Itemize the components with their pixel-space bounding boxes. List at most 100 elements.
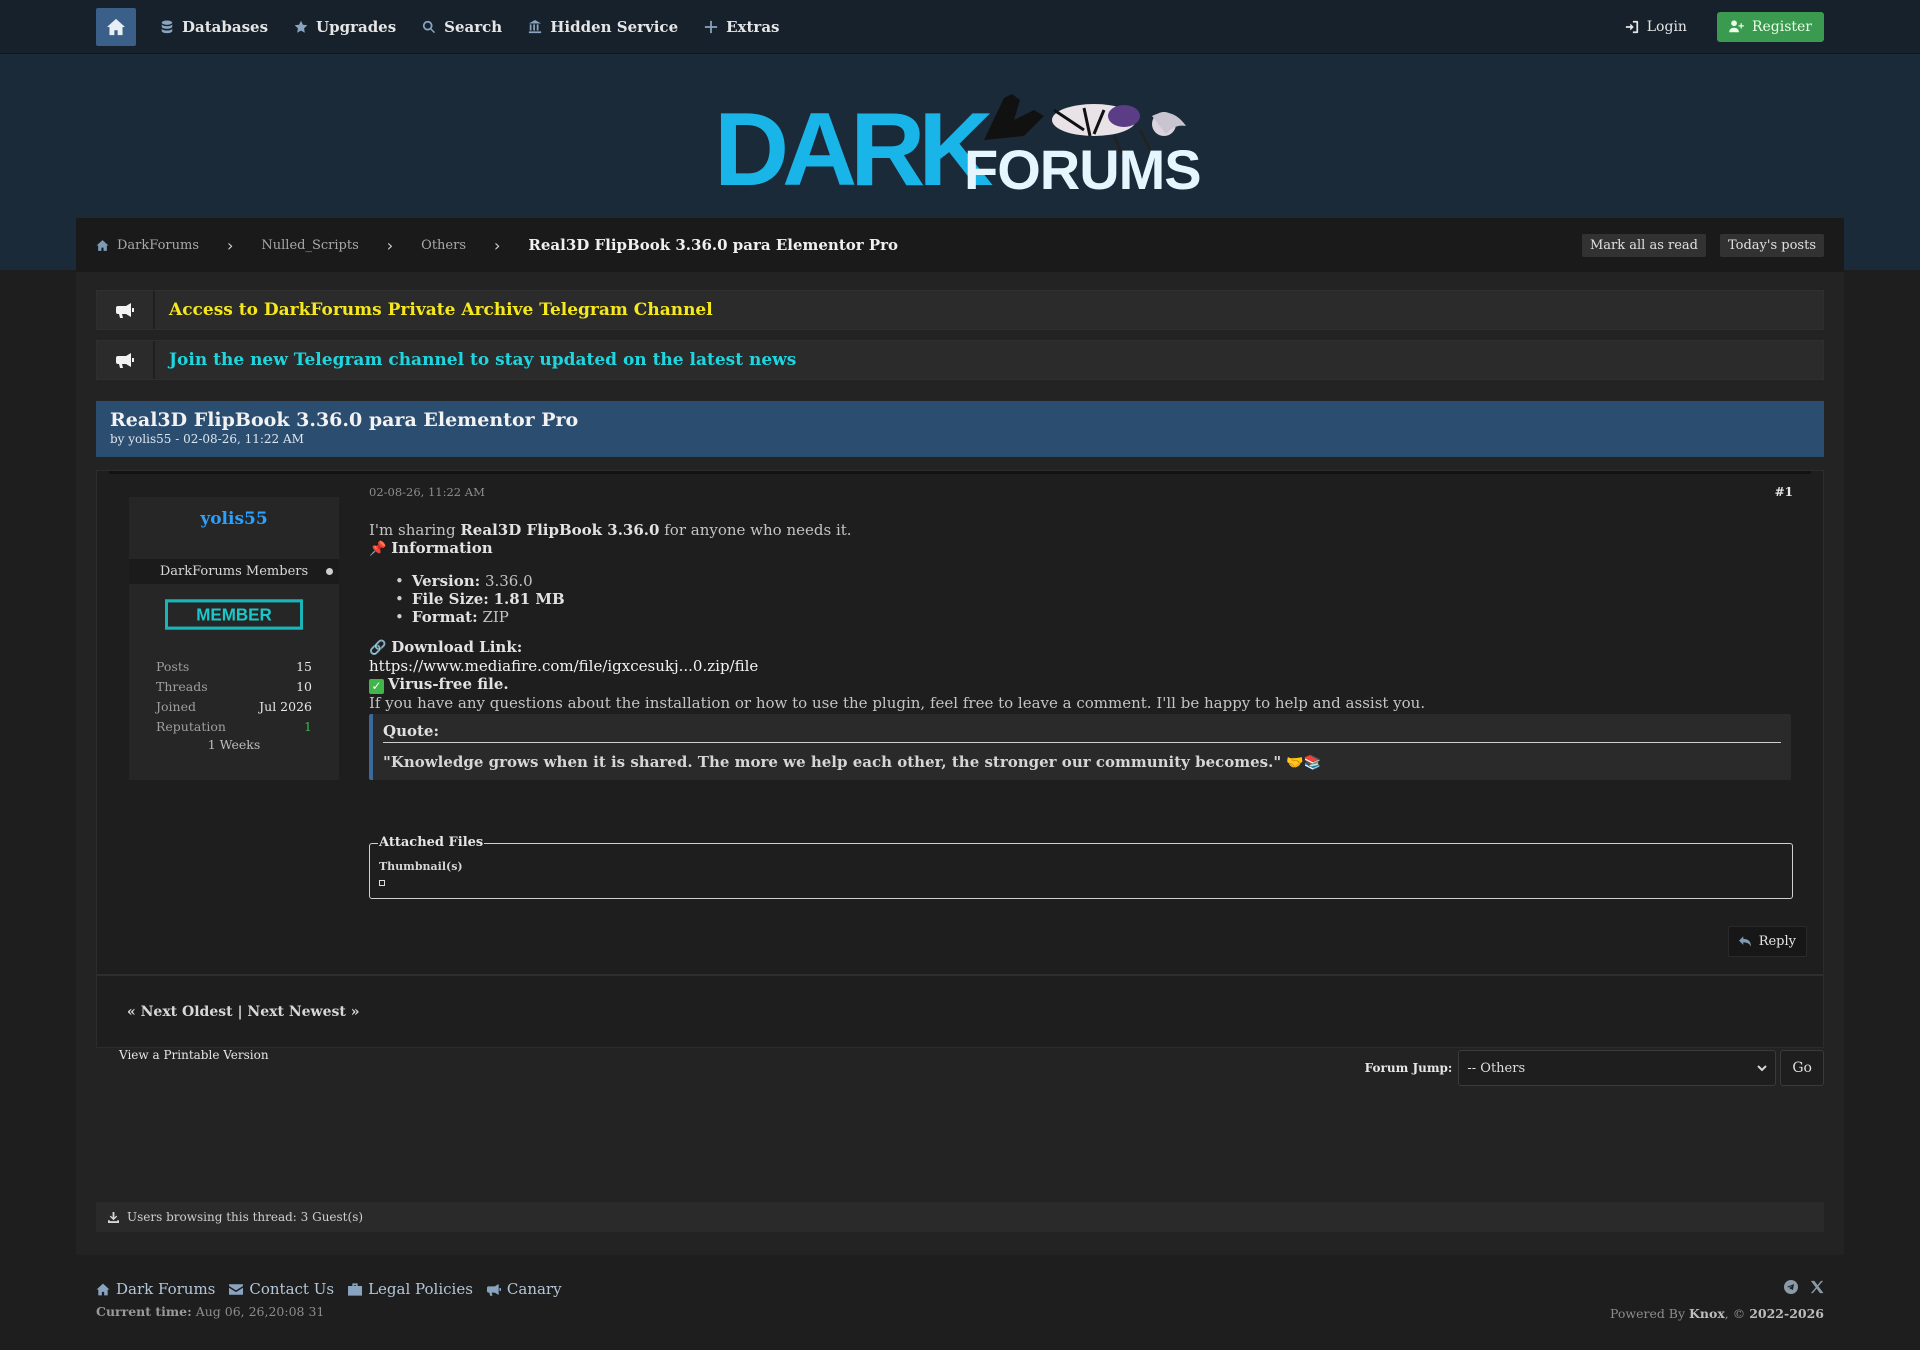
spec-value: ZIP bbox=[482, 608, 509, 626]
printable-version-link[interactable]: View a Printable Version bbox=[119, 1048, 269, 1062]
stat-threads: Threads 10 bbox=[156, 679, 312, 699]
footer-link-contact[interactable]: Contact Us bbox=[229, 1280, 334, 1298]
next-newest-link[interactable]: Next Newest » bbox=[247, 1004, 359, 1020]
nav-search-label: Search bbox=[444, 17, 503, 36]
spec-value: 3.36.0 bbox=[484, 572, 533, 590]
post-body: 02-08-26, 11:22 AM #1 I'm sharing Real3D… bbox=[369, 485, 1793, 780]
breadcrumb: DarkForums › Nulled_Scripts › Others › R… bbox=[76, 218, 1844, 272]
spec-key: File Size: bbox=[411, 590, 489, 608]
stat-value: Jul 2026 bbox=[259, 699, 312, 714]
link-icon: 🔗 bbox=[369, 640, 387, 656]
announcement-telegram-archive: Access to DarkForums Private Archive Tel… bbox=[96, 290, 1824, 330]
author-weeks: 1 Weeks bbox=[207, 737, 261, 752]
reply-icon bbox=[1738, 936, 1751, 947]
breadcrumb-home[interactable]: DarkForums bbox=[96, 238, 199, 253]
users-browsing: Users browsing this thread: 3 Guest(s) bbox=[96, 1202, 1824, 1232]
attached-files: Attached Files Thumbnail(s) bbox=[369, 835, 1793, 899]
footer-link-canary[interactable]: Canary bbox=[486, 1280, 562, 1298]
forum-jump: Forum Jump: -- Others Go bbox=[1365, 1050, 1824, 1086]
site-footer: Dark Forums Contact Us Legal Policies Ca… bbox=[96, 1280, 1824, 1321]
forum-jump-go-button[interactable]: Go bbox=[1780, 1050, 1824, 1086]
site-logo[interactable]: DARK FORUMS bbox=[714, 80, 1204, 220]
forum-jump-label: Forum Jump: bbox=[1364, 1061, 1453, 1075]
next-oldest-link[interactable]: « Next Oldest bbox=[127, 1004, 233, 1020]
main-content: DarkForums › Nulled_Scripts › Others › R… bbox=[76, 218, 1844, 1255]
nav-upgrades[interactable]: Upgrades bbox=[294, 18, 396, 36]
breadcrumb-nulled-scripts[interactable]: Nulled_Scripts bbox=[261, 238, 358, 253]
breadcrumb-home-label: DarkForums bbox=[117, 237, 199, 253]
social-links bbox=[1610, 1280, 1824, 1298]
pagination-separator: | bbox=[237, 1004, 243, 1020]
post: yolis55 DarkForums Members MEMBER Posts … bbox=[96, 470, 1824, 1048]
home-icon bbox=[96, 239, 109, 251]
search-icon bbox=[423, 20, 436, 33]
user-plus-icon bbox=[1729, 20, 1744, 33]
footer-link-dark-forums[interactable]: Dark Forums bbox=[96, 1280, 215, 1298]
todays-posts-button[interactable]: Today's posts bbox=[1720, 233, 1824, 257]
spec-key: Format: bbox=[411, 608, 478, 626]
spec-item: Format: ZIP bbox=[395, 608, 1793, 626]
download-heading-row: 🔗 Download Link: bbox=[369, 638, 1793, 657]
reply-label: Reply bbox=[1758, 934, 1796, 949]
check-icon: ✓ bbox=[369, 679, 384, 694]
nav-hidden-service-label: Hidden Service bbox=[550, 17, 679, 36]
post-content: I'm sharing Real3D FlipBook 3.36.0 for a… bbox=[369, 521, 1793, 780]
announcement-link[interactable]: Access to DarkForums Private Archive Tel… bbox=[169, 300, 713, 320]
nav-upgrades-label: Upgrades bbox=[316, 17, 397, 36]
stat-value: 15 bbox=[296, 659, 312, 674]
login-label: Login bbox=[1646, 18, 1687, 35]
breadcrumb-others[interactable]: Others bbox=[421, 238, 466, 253]
announcement-link[interactable]: Join the new Telegram channel to stay up… bbox=[169, 350, 796, 370]
thumbnails-label: Thumbnail(s) bbox=[379, 860, 463, 873]
nav-hidden-service[interactable]: Hidden Service bbox=[528, 18, 678, 36]
quote-label: Quote: bbox=[383, 722, 1781, 743]
stat-label: Reputation bbox=[156, 719, 226, 734]
stat-joined: Joined Jul 2026 bbox=[156, 699, 312, 719]
post-meta: 02-08-26, 11:22 AM #1 bbox=[369, 485, 1793, 499]
chevron-right-icon: › bbox=[494, 235, 501, 255]
download-link[interactable]: https://www.mediafire.com/file/igxcesukj… bbox=[369, 657, 758, 675]
author-group-label: DarkForums Members bbox=[159, 564, 309, 579]
footer-link-label: Legal Policies bbox=[368, 1280, 473, 1298]
chevron-down-icon bbox=[1757, 1065, 1768, 1072]
post-number-link[interactable]: #1 bbox=[1775, 485, 1793, 499]
nav-databases[interactable]: Databases bbox=[160, 18, 268, 36]
nav-account: Login Register bbox=[1625, 11, 1824, 42]
sign-in-icon bbox=[1625, 20, 1638, 33]
spec-value: 1.81 MB bbox=[493, 590, 565, 608]
spec-list: Version: 3.36.0 File Size: 1.81 MB Forma… bbox=[395, 572, 1793, 626]
nav-search[interactable]: Search bbox=[422, 18, 502, 36]
current-time: Current time: Aug 06, 26,20:08 31 bbox=[96, 1304, 1824, 1319]
forum-jump-select[interactable]: -- Others bbox=[1458, 1050, 1777, 1086]
virus-free-row: ✓ Virus-free file. bbox=[369, 675, 1793, 694]
login-link[interactable]: Login bbox=[1625, 19, 1687, 35]
reputation-value[interactable]: 1 bbox=[304, 719, 312, 739]
x-twitter-icon bbox=[1810, 1280, 1824, 1294]
x-twitter-link[interactable] bbox=[1810, 1280, 1824, 1298]
forum-jump-selected: -- Others bbox=[1467, 1060, 1526, 1076]
thread-header: Real3D FlipBook 3.36.0 para Elementor Pr… bbox=[96, 401, 1824, 457]
home-button[interactable] bbox=[96, 7, 136, 46]
nav-extras[interactable]: Extras bbox=[704, 18, 779, 36]
pushpin-icon: 📌 bbox=[369, 541, 387, 557]
post-intro: I'm sharing Real3D FlipBook 3.36.0 for a… bbox=[369, 521, 1793, 539]
mark-all-read-button[interactable]: Mark all as read bbox=[1581, 233, 1706, 257]
top-navbar: Databases Upgrades Search Hidden Service… bbox=[0, 0, 1920, 54]
powered-by: Powered By Knox, © 2022-2026 bbox=[1609, 1306, 1824, 1321]
nav-extras-label: Extras bbox=[726, 17, 780, 36]
stat-label: Posts bbox=[156, 659, 190, 674]
info-heading-row: 📌 Information bbox=[369, 539, 1793, 558]
star-icon bbox=[294, 20, 308, 33]
telegram-link[interactable] bbox=[1784, 1280, 1798, 1298]
stat-posts: Posts 15 bbox=[156, 659, 312, 679]
footer-links: Dark Forums Contact Us Legal Policies Ca… bbox=[96, 1280, 1824, 1298]
thumbnail-image[interactable] bbox=[379, 880, 385, 886]
footer-link-label: Contact Us bbox=[249, 1280, 335, 1298]
reply-button[interactable]: Reply bbox=[1727, 926, 1807, 957]
help-text: If you have any questions about the inst… bbox=[369, 694, 1426, 712]
register-button[interactable]: Register bbox=[1716, 11, 1824, 42]
footer-link-legal[interactable]: Legal Policies bbox=[348, 1280, 473, 1298]
chevron-right-icon: › bbox=[227, 235, 234, 255]
thread-title: Real3D FlipBook 3.36.0 para Elementor Pr… bbox=[110, 409, 579, 431]
author-name[interactable]: yolis55 bbox=[200, 509, 267, 529]
